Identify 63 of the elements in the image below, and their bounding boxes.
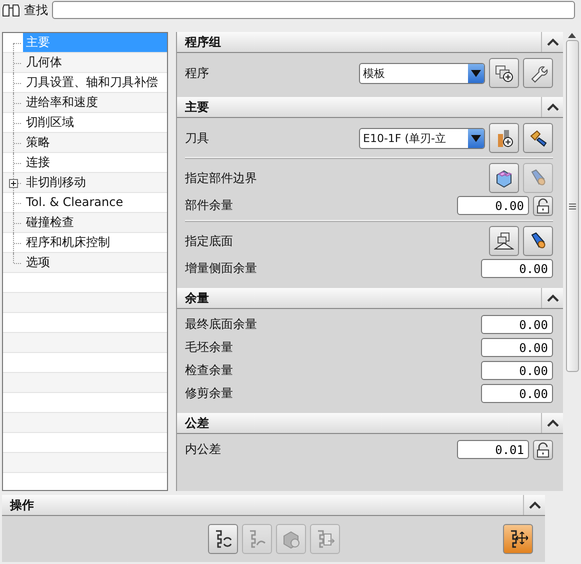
tree-item[interactable]: 刀具设置、轴和刀具补偿 bbox=[23, 73, 167, 92]
move-icon bbox=[508, 529, 528, 549]
unlocked-padlock-icon bbox=[536, 198, 550, 214]
scroll-thumb[interactable] bbox=[566, 40, 578, 372]
collapse-caret-icon bbox=[528, 501, 540, 509]
icon-button[interactable] bbox=[489, 226, 519, 256]
section-title: 余量 bbox=[184, 290, 209, 306]
toolbar-button[interactable] bbox=[503, 524, 533, 554]
number-field[interactable]: 0.00 bbox=[481, 361, 553, 380]
dropdown[interactable]: E10-1F (单刃-立 bbox=[359, 128, 485, 148]
part-block-icon bbox=[494, 168, 514, 188]
binoculars-icon bbox=[2, 2, 20, 18]
field-label: 刀具 bbox=[185, 130, 210, 146]
collapse-caret-icon bbox=[546, 419, 558, 427]
new-group-icon bbox=[494, 63, 514, 83]
collapse-caret-icon bbox=[546, 103, 558, 111]
field-label: 修剪余量 bbox=[185, 385, 234, 402]
number-field[interactable]: 0.00 bbox=[481, 384, 553, 403]
number-field[interactable]: 0.00 bbox=[481, 259, 553, 278]
tree-item[interactable]: 切削区域 bbox=[23, 113, 167, 132]
field-label: 指定部件边界 bbox=[185, 170, 258, 186]
field-label: 指定底面 bbox=[185, 232, 234, 250]
number-field[interactable]: 0.00 bbox=[457, 196, 529, 215]
floor-face-icon bbox=[494, 231, 514, 251]
dropdown-arrow-icon bbox=[471, 134, 481, 142]
icon-button[interactable] bbox=[489, 58, 519, 88]
field-label: 程序 bbox=[185, 64, 210, 82]
field-label: 内公差 bbox=[185, 441, 222, 458]
search-field[interactable] bbox=[52, 1, 575, 19]
field-label: 毛坯余量 bbox=[185, 339, 234, 356]
dropdown-arrow-icon bbox=[471, 70, 481, 76]
icon-button[interactable] bbox=[489, 163, 519, 193]
collapse-caret-icon bbox=[546, 38, 558, 46]
scroll-up-icon bbox=[568, 32, 576, 38]
search-label: 查找 bbox=[24, 2, 48, 18]
section-title: 主要 bbox=[184, 98, 209, 116]
icon-button[interactable] bbox=[523, 226, 553, 256]
field-label: 检查余量 bbox=[185, 362, 234, 379]
icon-button[interactable] bbox=[523, 58, 553, 88]
number-field[interactable]: 0.01 bbox=[457, 440, 529, 459]
tree-item[interactable]: Tol. & Clearance bbox=[23, 193, 167, 212]
icon-button[interactable] bbox=[523, 123, 553, 153]
section-title: 公差 bbox=[184, 414, 209, 432]
dropdown[interactable]: 模板 bbox=[359, 62, 485, 84]
field-label: 最终底面余量 bbox=[185, 316, 258, 333]
toolbar-button[interactable] bbox=[208, 524, 238, 554]
lock-button[interactable] bbox=[533, 196, 553, 216]
grip-icon bbox=[568, 202, 576, 210]
expand-plus-icon[interactable] bbox=[9, 178, 18, 188]
number-field[interactable]: 0.00 bbox=[481, 338, 553, 357]
icon-button[interactable] bbox=[489, 123, 519, 153]
verify-icon bbox=[280, 529, 300, 549]
section-title: 操作 bbox=[8, 496, 34, 514]
unlocked-padlock-icon bbox=[536, 442, 550, 458]
tree-item[interactable]: 程序和机床控制 bbox=[23, 233, 167, 252]
lock-button[interactable] bbox=[533, 440, 553, 460]
field-label: 部件余量 bbox=[185, 197, 234, 214]
section-title: 程序组 bbox=[184, 34, 221, 50]
collapse-caret-icon bbox=[546, 294, 558, 302]
number-field[interactable]: 0.00 bbox=[481, 315, 553, 334]
tree-item[interactable]: 连接 bbox=[23, 153, 167, 172]
tool-edit-icon bbox=[528, 128, 548, 148]
field-label: 增量侧面余量 bbox=[185, 260, 258, 277]
